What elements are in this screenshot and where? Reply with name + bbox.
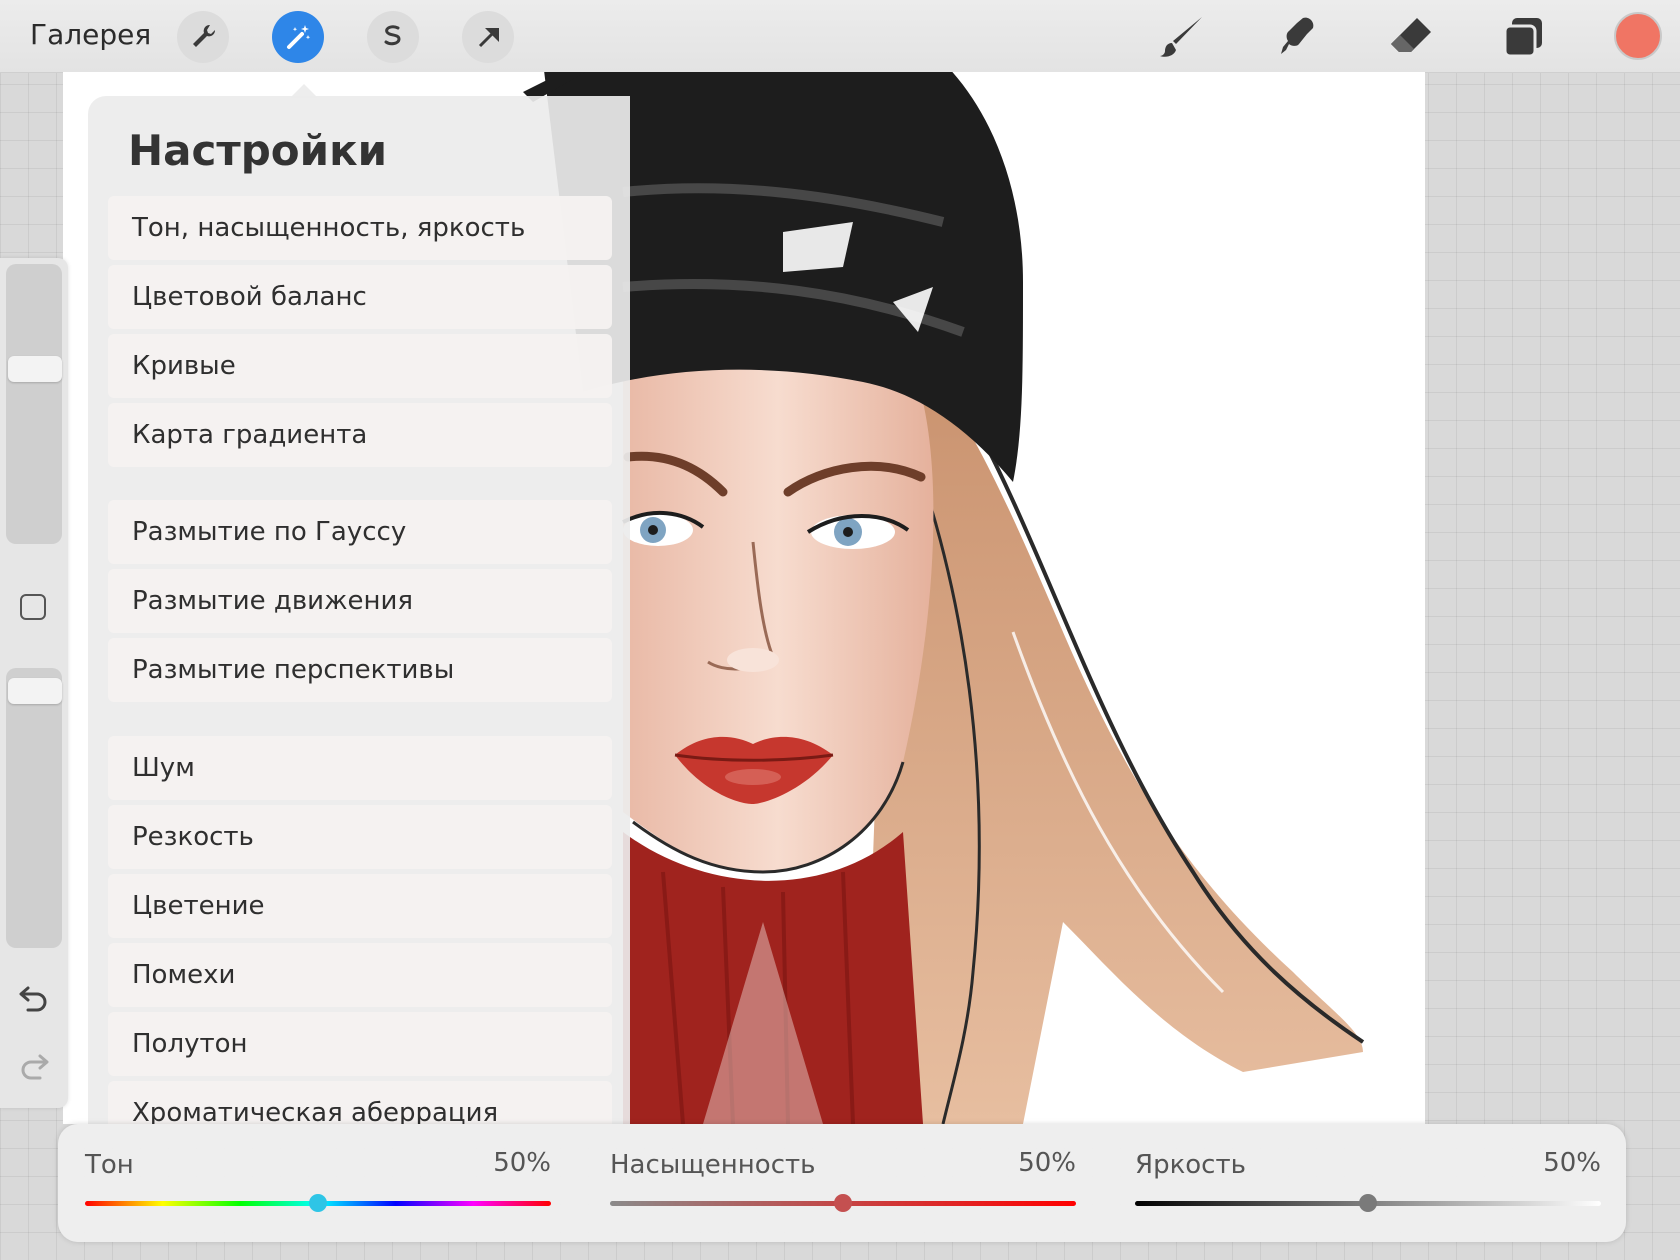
opacity-handle[interactable] bbox=[8, 678, 62, 704]
brush-icon bbox=[1160, 17, 1202, 57]
menu-item-perspective-blur[interactable]: Размытие перспективы bbox=[108, 638, 612, 702]
saturation-slider-handle[interactable] bbox=[834, 1194, 852, 1212]
menu-item-bloom[interactable]: Цветение bbox=[108, 874, 612, 938]
hue-slider-group: Тон 50% bbox=[85, 1124, 551, 1242]
adjustments-button[interactable] bbox=[272, 11, 324, 63]
square-modify-icon[interactable] bbox=[20, 594, 46, 620]
color-button[interactable] bbox=[1614, 12, 1662, 60]
brush-size-handle[interactable] bbox=[8, 356, 62, 382]
hue-value: 50% bbox=[493, 1148, 551, 1178]
actions-button[interactable] bbox=[177, 11, 229, 63]
menu-item-curves[interactable]: Кривые bbox=[108, 334, 612, 398]
smudge-button[interactable] bbox=[1273, 14, 1321, 60]
brightness-value: 50% bbox=[1543, 1148, 1601, 1178]
hsb-slider-panel: Тон 50% Насыщенность 50% Яркость 50% bbox=[58, 1124, 1626, 1242]
panel-title: Настройки bbox=[128, 126, 388, 175]
hue-label: Тон bbox=[85, 1150, 134, 1180]
saturation-label: Насыщенность bbox=[610, 1150, 816, 1180]
gallery-button[interactable]: Галерея bbox=[30, 18, 151, 51]
menu-item-gaussian-blur[interactable]: Размытие по Гауссу bbox=[108, 500, 612, 564]
top-toolbar: Галерея bbox=[0, 0, 1680, 73]
saturation-slider-group: Насыщенность 50% bbox=[610, 1124, 1076, 1242]
layers-button[interactable] bbox=[1500, 14, 1548, 60]
brightness-label: Яркость bbox=[1135, 1150, 1246, 1180]
menu-item-glitch[interactable]: Помехи bbox=[108, 943, 612, 1007]
layers-icon bbox=[1503, 18, 1542, 58]
eraser-icon bbox=[1391, 18, 1431, 52]
undo-icon bbox=[19, 986, 47, 1012]
brush-size-slider[interactable] bbox=[6, 264, 62, 544]
undo-button[interactable] bbox=[16, 980, 52, 1016]
smudge-icon bbox=[1281, 17, 1314, 54]
adjustments-panel: Настройки Тон, насыщенность, яркость Цве… bbox=[88, 96, 630, 1124]
menu-item-gradient-map[interactable]: Карта градиента bbox=[108, 403, 612, 467]
opacity-slider[interactable] bbox=[6, 668, 62, 948]
selection-icon bbox=[384, 25, 401, 46]
redo-button[interactable] bbox=[16, 1048, 52, 1084]
hue-slider-handle[interactable] bbox=[309, 1194, 327, 1212]
wrench-icon bbox=[193, 24, 216, 47]
menu-item-halftone[interactable]: Полутон bbox=[108, 1012, 612, 1076]
brightness-slider-group: Яркость 50% bbox=[1135, 1124, 1601, 1242]
menu-item-hue-saturation-brightness[interactable]: Тон, насыщенность, яркость bbox=[108, 196, 612, 260]
menu-item-motion-blur[interactable]: Размытие движения bbox=[108, 569, 612, 633]
selection-button[interactable] bbox=[367, 11, 419, 63]
menu-item-noise[interactable]: Шум bbox=[108, 736, 612, 800]
brightness-slider-handle[interactable] bbox=[1359, 1194, 1377, 1212]
saturation-value: 50% bbox=[1018, 1148, 1076, 1178]
erase-button[interactable] bbox=[1387, 14, 1435, 60]
menu-item-color-balance[interactable]: Цветовой баланс bbox=[108, 265, 612, 329]
transform-button[interactable] bbox=[462, 11, 514, 63]
menu-item-chromatic-aberration[interactable]: Хроматическая аберрация bbox=[108, 1081, 612, 1124]
transform-arrow-icon bbox=[478, 28, 499, 48]
menu-item-sharpen[interactable]: Резкость bbox=[108, 805, 612, 869]
paint-button[interactable] bbox=[1158, 14, 1206, 60]
left-sidebar bbox=[0, 258, 68, 1108]
magic-wand-icon bbox=[287, 25, 311, 49]
redo-icon bbox=[21, 1054, 49, 1080]
